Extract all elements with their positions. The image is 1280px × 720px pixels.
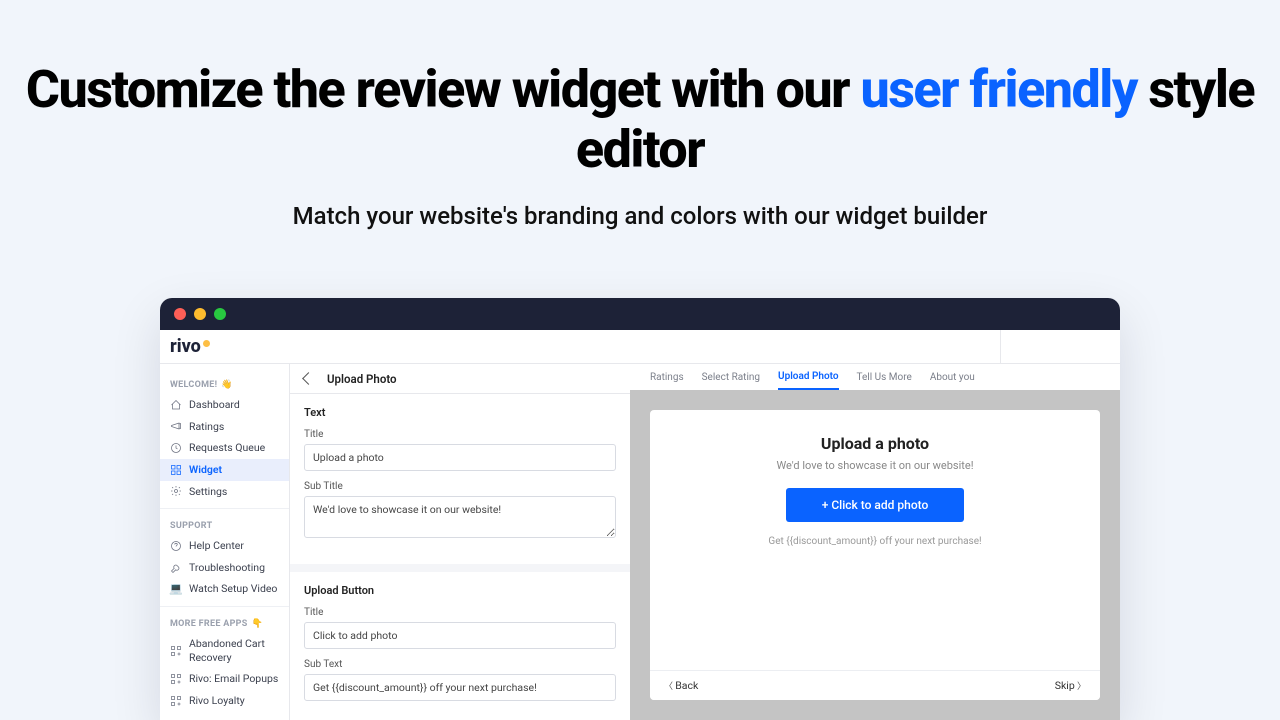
app-icon xyxy=(170,695,182,707)
card-title: Upload Button xyxy=(304,584,616,597)
titlebar xyxy=(160,298,1120,330)
topbar: rivo xyxy=(160,330,1120,364)
tab-ratings[interactable]: Ratings xyxy=(650,372,684,389)
sidebar-section-welcome: WELCOME!👋 xyxy=(160,374,289,394)
logo-text: rivo xyxy=(170,336,201,357)
sidebar-item-label: Rivo: Email Popups xyxy=(189,672,278,686)
sidebar-item-ratings[interactable]: Ratings xyxy=(160,416,289,438)
clock-icon xyxy=(170,442,182,454)
sidebar-section-apps: MORE FREE APPS👇 xyxy=(160,613,289,633)
sidebar-item-settings[interactable]: Settings xyxy=(160,481,289,503)
sidebar-item-label: Abandoned Cart Recovery xyxy=(189,637,279,664)
topbar-right xyxy=(1000,330,1120,364)
maximize-icon[interactable] xyxy=(214,308,226,320)
preview-card: Upload a photo We'd love to showcase it … xyxy=(650,410,1100,700)
sidebar-item-label: Settings xyxy=(189,485,227,499)
preview-body: Upload a photo We'd love to showcase it … xyxy=(630,390,1120,720)
sidebar-item-dashboard[interactable]: Dashboard xyxy=(160,394,289,416)
chevron-right-icon: 〉 xyxy=(1075,682,1086,692)
sidebar-item-label: Rivo Loyalty xyxy=(189,694,245,708)
preview-column: Ratings Select Rating Upload Photo Tell … xyxy=(630,364,1120,720)
hero-title-accent: user friendly xyxy=(860,59,1136,120)
sidebar-item-label: Widget xyxy=(189,463,222,477)
sidebar-item-troubleshoot[interactable]: Troubleshooting xyxy=(160,557,289,579)
preview-title: Upload a photo xyxy=(821,434,929,453)
field-label-subtitle: Sub Title xyxy=(304,481,616,492)
form-header-title: Upload Photo xyxy=(327,372,397,386)
minimize-icon[interactable] xyxy=(194,308,206,320)
sidebar-section-support: SUPPORT xyxy=(160,515,289,535)
preview-footer: 〈 Back Skip 〉 xyxy=(650,670,1100,700)
back-button[interactable]: 〈 Back xyxy=(664,679,698,692)
logo-dot-icon xyxy=(203,340,210,347)
tab-select-rating[interactable]: Select Rating xyxy=(702,372,760,389)
sidebar-item-label: Dashboard xyxy=(189,398,240,412)
field-label-subtext: Sub Text xyxy=(304,659,616,670)
main: WELCOME!👋 Dashboard Ratings Requests Que… xyxy=(160,364,1120,720)
preview-subtext: Get {{discount_amount}} off your next pu… xyxy=(768,536,981,547)
sidebar-item-loyalty[interactable]: Rivo Loyalty xyxy=(160,690,289,712)
sidebar: WELCOME!👋 Dashboard Ratings Requests Que… xyxy=(160,364,290,720)
skip-button[interactable]: Skip 〉 xyxy=(1055,679,1086,692)
logo: rivo xyxy=(170,336,212,357)
add-photo-button[interactable]: + Click to add photo xyxy=(786,488,965,522)
widget-icon xyxy=(170,464,182,476)
help-icon xyxy=(170,540,182,552)
preview-tabs: Ratings Select Rating Upload Photo Tell … xyxy=(630,364,1120,390)
app-icon xyxy=(170,645,182,657)
tab-upload-photo[interactable]: Upload Photo xyxy=(778,371,839,390)
title-input[interactable] xyxy=(304,444,616,471)
tab-about-you[interactable]: About you xyxy=(930,372,975,389)
field-label-title: Title xyxy=(304,429,616,440)
button-title-input[interactable] xyxy=(304,622,616,649)
laptop-icon: 💻 xyxy=(170,583,182,595)
field-label-btn-title: Title xyxy=(304,607,616,618)
app-icon xyxy=(170,673,182,685)
form-header: Upload Photo xyxy=(290,364,630,394)
subtitle-input[interactable]: We'd love to showcase it on our website! xyxy=(304,496,616,538)
sidebar-item-label: Ratings xyxy=(189,420,224,434)
sidebar-item-abandoned[interactable]: Abandoned Cart Recovery xyxy=(160,633,289,668)
megaphone-icon xyxy=(170,420,182,432)
preview-subtitle: We'd love to showcase it on our website! xyxy=(776,459,973,472)
sidebar-item-help[interactable]: Help Center xyxy=(160,535,289,557)
chevron-left-icon: 〈 xyxy=(664,682,675,692)
wave-icon: 👋 xyxy=(221,380,233,390)
editor: Upload Photo Text Title Sub Title We'd l… xyxy=(290,364,1120,720)
tab-tell-us-more[interactable]: Tell Us More xyxy=(857,372,912,389)
subtext-input[interactable] xyxy=(304,674,616,701)
hero: Customize the review widget with our use… xyxy=(0,0,1280,230)
sidebar-item-label: Requests Queue xyxy=(189,441,265,455)
wrench-icon xyxy=(170,562,182,574)
app-window: rivo WELCOME!👋 Dashboard Ratings Request… xyxy=(160,298,1120,720)
card-title: Text xyxy=(304,406,616,419)
sidebar-item-label: Help Center xyxy=(189,539,244,553)
card-text: Text Title Sub Title We'd love to showca… xyxy=(290,394,630,572)
sidebar-item-label: Watch Setup Video xyxy=(189,582,277,596)
hero-title-a: Customize the review widget with our xyxy=(26,59,861,120)
sidebar-item-widget[interactable]: Widget xyxy=(160,459,289,481)
card-upload-button: Upload Button Title Sub Text xyxy=(290,572,630,720)
point-icon: 👇 xyxy=(252,619,264,629)
dashboard-icon xyxy=(170,399,182,411)
form-column: Upload Photo Text Title Sub Title We'd l… xyxy=(290,364,630,720)
sidebar-item-label: Troubleshooting xyxy=(189,561,265,575)
sidebar-item-popups[interactable]: Rivo: Email Popups xyxy=(160,668,289,690)
sidebar-item-requests[interactable]: Requests Queue xyxy=(160,437,289,459)
back-icon[interactable] xyxy=(302,372,315,385)
sidebar-item-video[interactable]: 💻 Watch Setup Video xyxy=(160,578,289,600)
hero-subtitle: Match your website's branding and colors… xyxy=(0,202,1280,230)
close-icon[interactable] xyxy=(174,308,186,320)
gear-icon xyxy=(170,485,182,497)
hero-title: Customize the review widget with our use… xyxy=(0,60,1280,180)
